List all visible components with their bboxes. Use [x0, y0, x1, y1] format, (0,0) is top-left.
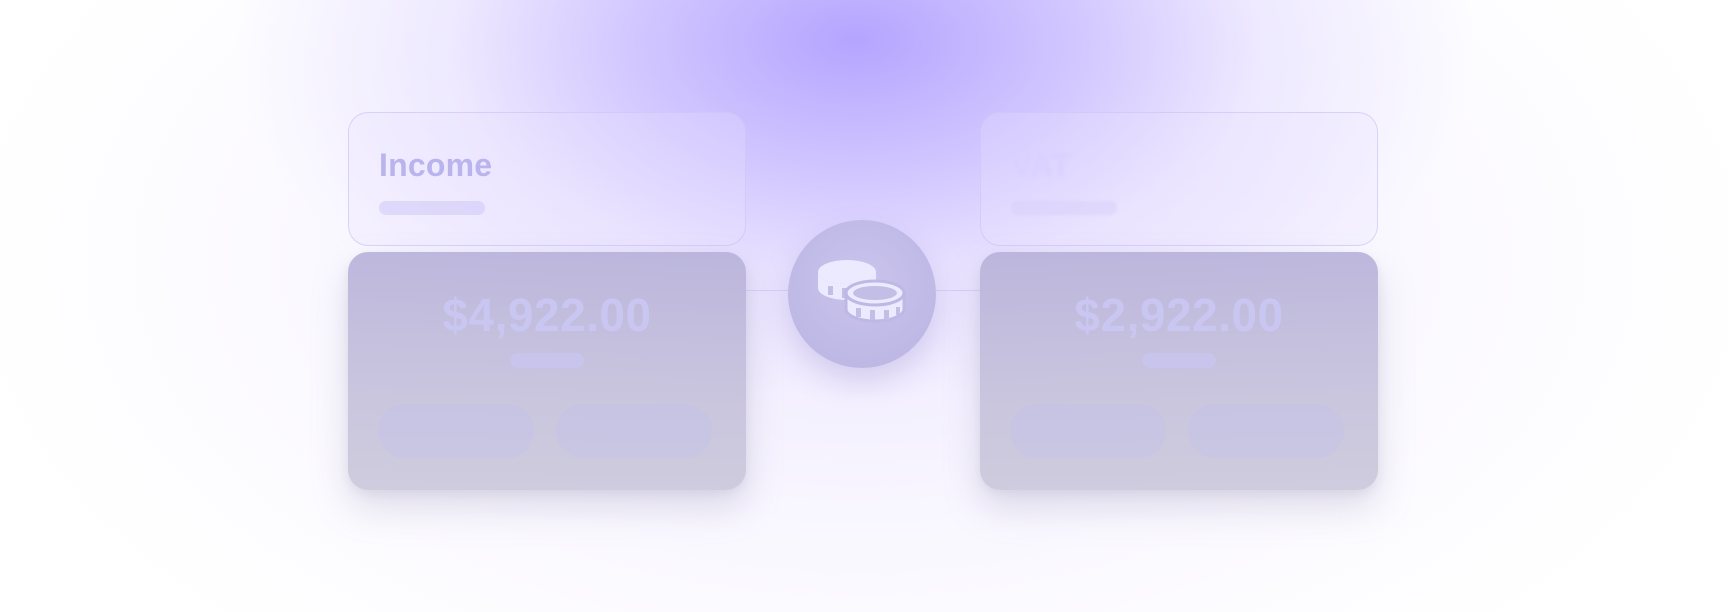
vat-skeleton-bar	[1011, 201, 1117, 215]
vat-title: VAT	[1011, 147, 1071, 183]
income-action-button-1[interactable]	[378, 404, 534, 458]
tax-visual: Income VAT $4,922.00 $2,922.00	[0, 0, 1728, 612]
connector-line-left	[746, 290, 788, 291]
vat-action-button-1[interactable]	[1010, 404, 1166, 458]
income-action-button-2[interactable]	[556, 404, 712, 458]
vat-amount: $2,922.00	[1074, 289, 1284, 341]
income-amount-pill	[510, 353, 584, 368]
vat-action-button-2[interactable]	[1188, 404, 1344, 458]
connector-line-right	[936, 290, 980, 291]
vat-amount-pill	[1142, 353, 1216, 368]
income-title: Income	[379, 147, 493, 183]
coins-icon	[818, 260, 906, 323]
income-amount: $4,922.00	[442, 289, 652, 341]
vat-label-card: VAT	[980, 112, 1378, 246]
vat-amount-card: $2,922.00	[980, 252, 1378, 490]
income-skeleton-bar	[379, 201, 485, 215]
income-label-card: Income	[348, 112, 746, 246]
center-coin-badge	[788, 220, 936, 368]
income-amount-card: $4,922.00	[348, 252, 746, 490]
